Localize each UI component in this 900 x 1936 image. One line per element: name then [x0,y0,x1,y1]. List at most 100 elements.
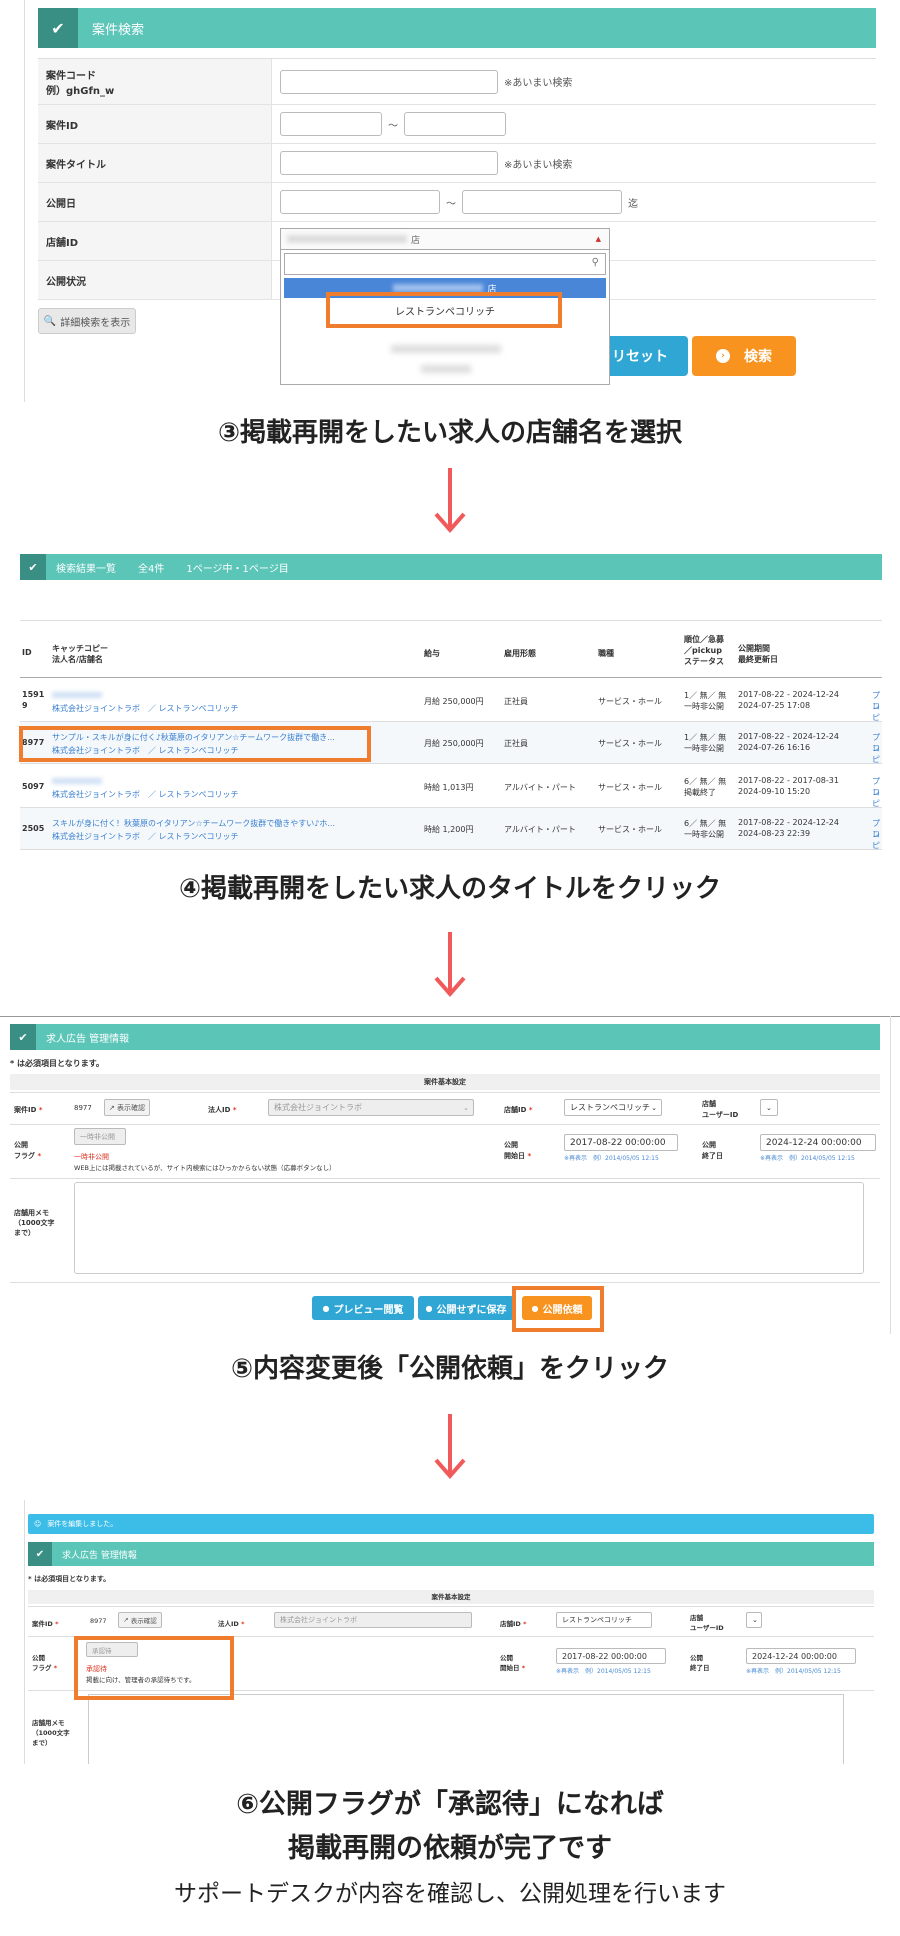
row-updated: 2024-08-23 22:39 [738,829,811,838]
search-icon: ⚲ [591,257,599,268]
row-updated: 2024-09-10 15:20 [738,787,811,796]
publish-start-input[interactable]: 2017-08-22 00:00:00 [556,1648,666,1664]
row-salary: 月給 250,000円 [424,739,484,748]
preview-button[interactable]: ● プレビュー閲覧 [312,1296,414,1320]
row-salary: 月給 250,000円 [424,697,484,706]
row-employment: 正社員 [504,697,528,706]
store-id-select[interactable]: レストランペコリッチ ⌄ [564,1099,662,1116]
job-title-link[interactable]: スキルが身に付く！秋葉原のイタリアン☆チームワーク抜群で働きやすい♪ホ... [52,818,335,829]
edit-panel-header: ✔ 求人広告 管理情報 [10,1024,880,1050]
publish-start-input[interactable]: 2017-08-22 00:00:00 [564,1134,678,1151]
blurred-option[interactable] [421,365,471,373]
down-arrow-icon [434,468,466,534]
result-panel-header: ✔ 求人広告 管理情報 [28,1542,874,1566]
table-header: ID キャッチコピー 法人名/店舗名 給与 雇用形態 職種 順位／急募 ／pic… [20,630,882,678]
row-id: 1591 [22,690,45,699]
row-period: 2017-08-22 - 2017-08-31 [738,776,839,785]
memo-textarea[interactable] [74,1182,864,1274]
row-salary: 時給 1,200円 [424,825,474,834]
row-id: 2505 [22,824,45,833]
basic-settings-title: 案件基本設定 [10,1074,880,1090]
chevron-down-icon: ⌄ [766,1103,772,1112]
dropdown-search-input[interactable]: ⚲ [284,253,606,275]
row-copy-link[interactable]: コピ [872,787,882,809]
chevron-down-icon: ⌄ [463,1103,469,1112]
blurred-title[interactable] [52,692,102,698]
publish-end-input[interactable]: 2024-12-24 00:00:00 [746,1648,856,1664]
search-button[interactable]: › 検索 [692,336,796,376]
circle-arrow-icon: ● [322,1303,330,1313]
caption-step6-line2: 掲載再開の依頼が完了です [288,1833,612,1864]
results-total: 全4件 [138,563,165,575]
save-without-publish-button[interactable]: ● 公開せずに保存 [418,1296,514,1320]
form-row-job-code: 案件コード 例）ghGfn_w ※あいまい検索 [38,59,876,105]
row-rank: 6／ 無／ 無 [684,819,727,828]
publish-date-to-input[interactable] [462,190,622,214]
job-id-to-input[interactable] [404,112,506,136]
check-icon: ✔ [10,1024,36,1050]
job-id-value: 8977 [74,1104,92,1112]
row-job-type: サービス・ホール [598,825,662,834]
highlight-store-option [326,292,562,328]
caret-up-icon: ▲ [595,235,601,243]
corp-store-link[interactable]: 株式会社ジョイントラボ ／ レストランペコリッチ [52,831,239,842]
row-updated: 2024-07-25 17:08 [738,701,811,710]
store-user-select[interactable]: ⌄ [760,1099,778,1116]
job-code-input[interactable] [280,69,498,94]
store-user-select[interactable]: ⌄ [746,1612,762,1628]
corp-store-link[interactable]: 株式会社ジョイントラボ ／ レストランペコリッチ [52,703,239,714]
blurred-title[interactable] [52,778,102,784]
store-id-select[interactable]: レストランペコリッチ [556,1612,652,1628]
row-copy-link[interactable]: コピ [872,743,882,765]
row-status: 一時非公開 [684,830,724,839]
caption-step6-line1: ⑥公開フラグが「承認待」になれば [236,1789,664,1820]
row-status: 掲載終了 [684,788,716,797]
down-arrow-icon [434,932,466,998]
corp-select[interactable]: 株式会社ジョイントラボ [274,1612,472,1628]
row-status: 一時非公開 [684,744,724,753]
table-row[interactable]: 1591 9 株式会社ジョイントラボ ／ レストランペコリッチ 月給 250,000円… [20,680,882,722]
job-title-input[interactable] [280,151,498,175]
row-copy-link[interactable]: コピ [872,701,882,723]
publish-end-input[interactable]: 2024-12-24 00:00:00 [760,1134,876,1151]
form-row-job-id: 案件ID ～ [38,105,876,144]
chevron-down-icon: ⌄ [752,1616,758,1624]
view-confirm-button[interactable]: ↗ 表示確認 [118,1612,162,1628]
row-period: 2017-08-22 - 2024-12-24 [738,818,839,827]
publish-date-from-input[interactable] [280,190,440,214]
publish-flag-select[interactable]: 一時非公開 [74,1128,126,1145]
external-link-icon: ↗ [108,1103,115,1112]
check-icon: ✔ [28,1542,52,1566]
table-row[interactable]: 2505 スキルが身に付く！秋葉原のイタリアン☆チームワーク抜群で働きやすい♪ホ.… [20,808,882,850]
caption-step3: ③掲載再開をしたい求人の店舗名を選択 [217,418,682,448]
job-id-from-input[interactable] [280,112,382,136]
row-employment: アルバイト・パート [504,783,576,792]
row-copy-link[interactable]: コピ [872,829,882,851]
row-rank: 6／ 無／ 無 [684,777,727,786]
memo-label: 店舗用メモ（1000文字まで） [14,1209,55,1237]
results-pages: 1ページ中・1ページ目 [186,563,289,575]
success-alert: ☺ 案件を編集しました。 [28,1514,874,1534]
chevron-down-icon: ⌄ [651,1103,657,1112]
row-updated: 2024-07-26 16:16 [738,743,811,752]
row-status: 一時非公開 [684,702,724,711]
row-rank: 1／ 無／ 無 [684,733,727,742]
external-link-icon: ↗ [123,1616,129,1624]
corp-store-link[interactable]: 株式会社ジョイントラボ ／ レストランペコリッチ [52,789,239,800]
corp-select[interactable]: 株式会社ジョイントラボ ⌄ [268,1099,474,1116]
memo-label: 店舗用メモ（1000文字まで） [32,1719,70,1747]
row-period: 2017-08-22 - 2024-12-24 [738,732,839,741]
row-id: 5097 [22,782,45,791]
results-panel-header: ✔ 検索結果一覧 全4件 1ページ中・1ページ目 [20,554,882,580]
blurred-option[interactable] [391,345,501,353]
caption-step6-sub: サポートデスクが内容を確認し、公開処理を行います [174,1881,726,1907]
memo-textarea[interactable] [88,1694,844,1764]
required-note: * は必須項目となります。 [28,1575,111,1583]
required-note: * は必須項目となります。 [10,1059,104,1068]
blurred-text [393,284,484,292]
detail-search-button[interactable]: 🔍 詳細検索を表示 [38,308,136,334]
table-row[interactable]: 5097 株式会社ジョイントラボ ／ レストランペコリッチ 時給 1,013円 アルバ… [20,766,882,808]
store-select[interactable]: 店 ▲ [280,228,610,250]
view-confirm-button[interactable]: ↗ 表示確認 [104,1099,150,1116]
blurred-text [287,235,407,243]
